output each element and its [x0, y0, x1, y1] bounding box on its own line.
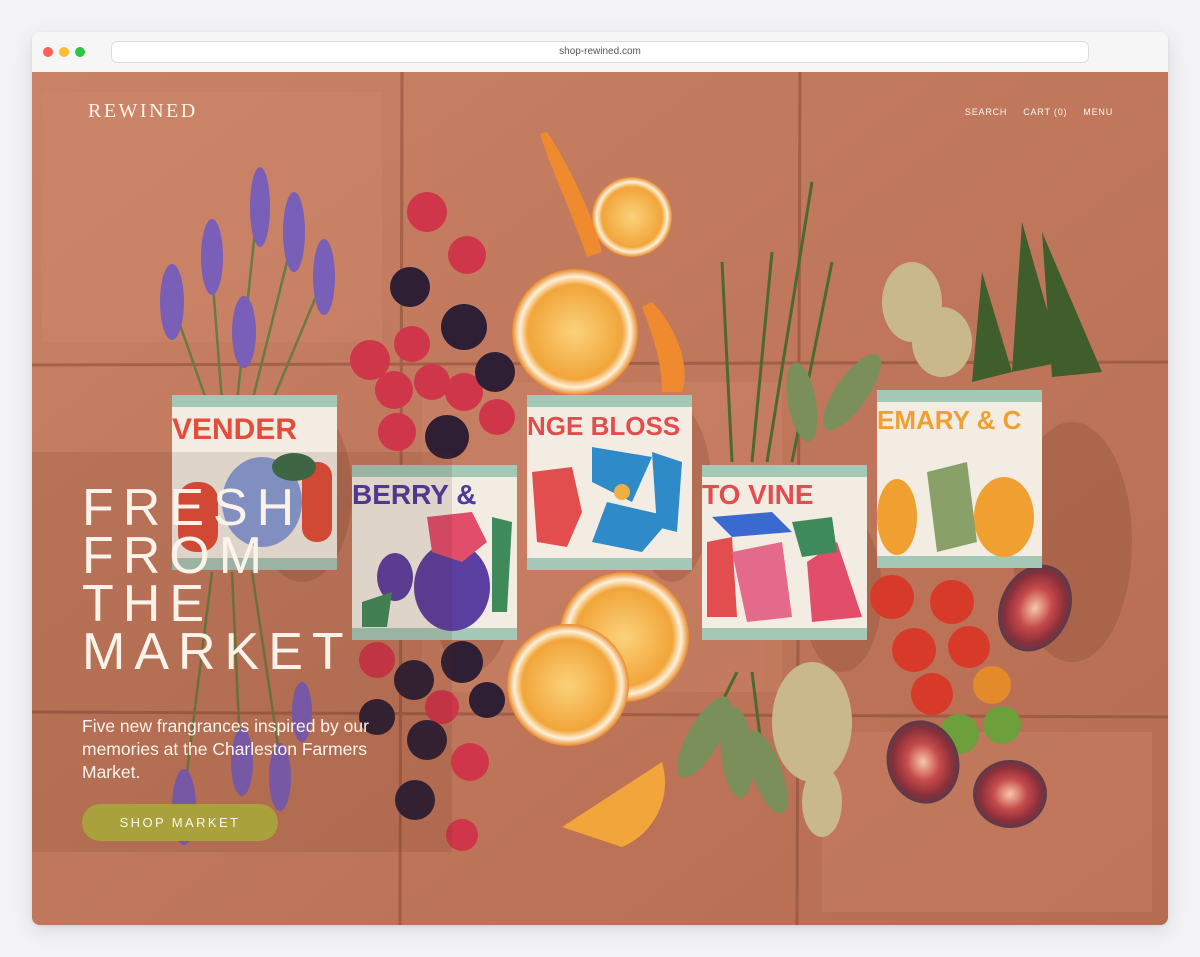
svg-text:NGE BLOSS: NGE BLOSS [527, 411, 680, 441]
browser-chrome: shop-rewined.com [32, 32, 1168, 73]
hero-section: VENDER BERRY & NGE BLOSS TO VINE EMARY &… [32, 72, 1168, 925]
headline-line-1: FRESH [82, 479, 304, 537]
maximize-window-icon[interactable] [75, 47, 85, 57]
headline-line-4: MARKET [82, 623, 353, 681]
headline-line-3: THE [82, 575, 213, 633]
svg-text:EMARY & C: EMARY & C [877, 405, 1022, 435]
shop-market-button[interactable]: SHOP MARKET [82, 804, 278, 841]
address-bar[interactable]: shop-rewined.com [111, 41, 1089, 63]
nav-cart-link[interactable]: CART (0) [1023, 107, 1067, 117]
hero-subtext: Five new frangrances inspired by our mem… [82, 716, 369, 782]
candle-tin-orange-blossom: NGE BLOSS [527, 395, 692, 570]
close-window-icon[interactable] [43, 47, 53, 57]
svg-text:TO VINE: TO VINE [702, 479, 814, 510]
nav-search-link[interactable]: SEARCH [965, 107, 1007, 117]
svg-text:VENDER: VENDER [172, 413, 297, 446]
candle-tin-rosemary: EMARY & C [877, 390, 1042, 568]
candle-tin-tomato-vine: TO VINE [702, 465, 867, 640]
headline-line-2: FROM [82, 527, 272, 585]
site-logo[interactable]: REWINED [88, 100, 198, 123]
minimize-window-icon[interactable] [59, 47, 69, 57]
nav-menu-link[interactable]: MENU [1083, 107, 1113, 117]
browser-window: shop-rewined.com VENDER BERRY & NGE BLOS… [32, 32, 1168, 925]
hero-headline: FRESH FROM THE MARKET [82, 479, 353, 681]
header-nav: SEARCH CART (0) MENU [965, 107, 1113, 117]
